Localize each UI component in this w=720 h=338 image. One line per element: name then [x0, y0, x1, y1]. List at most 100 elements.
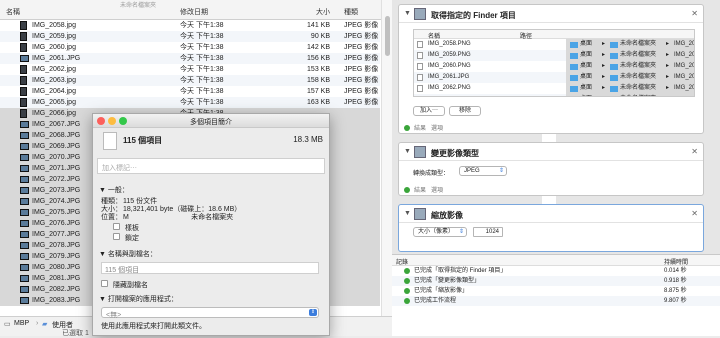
general-section-toggle[interactable]: ▼ 一般： [99, 185, 129, 195]
item-name: IMG_2058.PNG [428, 41, 471, 47]
item-row[interactable]: IMG_2059.PNG 桌面▸未命名檔案夾▸IMG_205 [414, 50, 694, 61]
connector [542, 196, 556, 204]
image-file-icon [20, 242, 29, 249]
item-name: IMG_2063.PNG [428, 94, 471, 96]
column-name[interactable]: 名稱 [6, 7, 20, 17]
add-button[interactable]: 加入⋯ [413, 106, 445, 116]
item-name: IMG_2061.JPG [428, 74, 470, 80]
image-file-icon [20, 187, 29, 194]
column-kind[interactable]: 種類 [344, 7, 358, 17]
image-file-icon [20, 143, 29, 150]
item-row[interactable]: IMG_2060.PNG 桌面▸未命名檔案夾▸IMG_206 [414, 61, 694, 72]
chevron-right-icon: ▸ [602, 94, 605, 96]
where-label: 位置： [101, 214, 122, 221]
folder-icon [610, 75, 618, 81]
item-row[interactable]: IMG_2062.PNG 桌面▸未命名檔案夾▸IMG_206 [414, 83, 694, 94]
options-tab[interactable]: 選項 [431, 126, 443, 132]
results-tab[interactable]: 結果 [414, 188, 426, 194]
open-with-section-toggle[interactable]: ▼ 打開檔案的應用程式： [99, 294, 178, 304]
close-icon[interactable]: ✕ [691, 209, 698, 218]
folder-icon [570, 53, 578, 59]
file-row[interactable]: IMG_2060.jpg 今天 下午1:38 142 KB JPEG 影像 [0, 42, 380, 53]
file-row[interactable]: IMG_2064.jpg 今天 下午1:38 157 KB JPEG 影像 [0, 86, 380, 97]
column-size[interactable]: 大小 [316, 7, 330, 17]
preview-icon [414, 146, 426, 158]
file-name: IMG_2067.JPG [32, 121, 81, 128]
file-kind: JPEG 影像 [344, 99, 379, 106]
item-row[interactable]: IMG_2058.PNG 桌面▸未命名檔案夾▸IMG_2058 [414, 39, 694, 50]
type-select[interactable]: JPEG ⇕ [459, 166, 507, 176]
file-name: IMG_2064.jpg [32, 88, 76, 95]
col-log[interactable]: 記錄 [396, 257, 408, 266]
hide-extension-checkbox[interactable] [101, 280, 108, 287]
column-date[interactable]: 修改日期 [180, 7, 208, 17]
file-row[interactable]: IMG_2058.jpg 今天 下午1:38 141 KB JPEG 影像 [0, 20, 380, 31]
item-row[interactable]: IMG_2061.JPG 桌面▸未命名檔案夾▸IMG_206 [414, 72, 694, 83]
file-name: IMG_2082.JPG [32, 286, 81, 293]
disclosure-triangle-icon[interactable]: ▼ [404, 148, 411, 155]
path-item-mbp[interactable]: MBP [14, 320, 29, 327]
disclosure-triangle-icon[interactable]: ▼ [404, 10, 411, 17]
file-kind: JPEG 影像 [344, 44, 379, 51]
info-title: 多個項目簡介 [190, 119, 232, 126]
action-get-finder-items[interactable]: ▼ 取得指定的 Finder 項目 ✕ 名稱 路徑 IMG_2058.PNG 桌面… [398, 4, 704, 134]
folder-icon: ▰ [42, 321, 48, 328]
file-kind: JPEG 影像 [344, 77, 379, 84]
chevron-right-icon: ▸ [666, 94, 669, 96]
file-row[interactable]: IMG_2062.jpg 今天 下午1:38 153 KB JPEG 影像 [0, 64, 380, 75]
log-row[interactable]: 已完成工作流程 9.807 秒 [392, 296, 720, 306]
log-message: 已完成工作流程 [414, 298, 457, 304]
file-row[interactable]: IMG_2063.jpg 今天 下午1:38 158 KB JPEG 影像 [0, 75, 380, 86]
locked-checkbox[interactable] [113, 233, 120, 240]
action-change-type[interactable]: ▼ 變更影像類型 ✕ 轉換成類型： JPEG ⇕ 結果 選項 [398, 142, 704, 196]
disclosure-triangle-icon[interactable]: ▼ [404, 210, 411, 217]
log-rows: 已完成「取得指定的 Finder 項目」 0.014 秒已完成「變更影像類型」 0.… [392, 266, 720, 306]
scrollbar-thumb[interactable] [385, 16, 390, 56]
file-row[interactable]: IMG_2061.JPG 今天 下午1:38 156 KB JPEG 影像 [0, 53, 380, 64]
close-icon[interactable]: ✕ [691, 9, 698, 18]
options-tab[interactable]: 選項 [431, 188, 443, 194]
open-with-select[interactable]: <無> ⇕ [101, 307, 319, 319]
size-input[interactable]: 1024 [473, 227, 503, 237]
log-row[interactable]: 已完成「取得指定的 Finder 項目」 0.014 秒 [392, 266, 720, 276]
file-row[interactable]: IMG_2065.jpg 今天 下午1:38 163 KB JPEG 影像 [0, 97, 380, 108]
action-title: 變更影像類型 [431, 149, 479, 158]
name-field[interactable]: 115 個項目 [101, 262, 319, 274]
file-size: 163 KB [307, 99, 330, 106]
action-header: ▼ 縮放影像 ✕ [399, 205, 703, 223]
item-row[interactable]: IMG_2063.PNG 桌面▸未命名檔案夾▸IMG_206 [414, 94, 694, 96]
item-name: IMG_2059.PNG [428, 52, 471, 58]
log-row[interactable]: 已完成「縮放影像」 8.875 秒 [392, 286, 720, 296]
log-message: 已完成「變更影像類型」 [414, 278, 481, 284]
file-name: IMG_2078.JPG [32, 242, 81, 249]
action-scale-images[interactable]: ▼ 縮放影像 ✕ 大小（像素） ⇕ 1024 [398, 204, 704, 252]
document-icon [103, 132, 117, 150]
image-file-icon [20, 286, 29, 293]
name-section-toggle[interactable]: ▼ 名稱與副檔名： [99, 249, 157, 259]
col-duration[interactable]: 持續時間 [664, 257, 688, 266]
folder-icon [570, 42, 578, 48]
close-icon[interactable]: ✕ [691, 147, 698, 156]
scale-mode-select[interactable]: 大小（像素） ⇕ [413, 227, 467, 237]
image-file-icon [20, 32, 27, 41]
folder-icon [570, 75, 578, 81]
image-file-icon [20, 231, 29, 238]
stationery-checkbox[interactable] [113, 223, 120, 230]
convert-label: 轉換成類型： [413, 171, 450, 177]
file-icon [417, 63, 423, 70]
file-size: 142 KB [307, 44, 330, 51]
file-size: 158 KB [307, 77, 330, 84]
file-size: 90 KB [310, 33, 330, 40]
log-duration: 8.875 秒 [664, 288, 687, 294]
results-tab[interactable]: 結果 [414, 126, 426, 132]
file-row[interactable]: IMG_2059.jpg 今天 下午1:38 90 KB JPEG 影像 [0, 31, 380, 42]
log-header: 記錄 持續時間 [392, 255, 720, 266]
chevron-right-icon: ▸ [666, 63, 670, 69]
scrollbar[interactable] [381, 0, 392, 336]
file-name: IMG_2065.jpg [32, 99, 76, 106]
chevron-right-icon: ▸ [666, 52, 670, 58]
item-path: 桌面▸未命名檔案夾▸IMG_2058 [566, 39, 694, 50]
remove-button[interactable]: 移除 [449, 106, 481, 116]
tag-input[interactable]: 加入標記⋯ [97, 158, 325, 174]
log-row[interactable]: 已完成「變更影像類型」 0.918 秒 [392, 276, 720, 286]
